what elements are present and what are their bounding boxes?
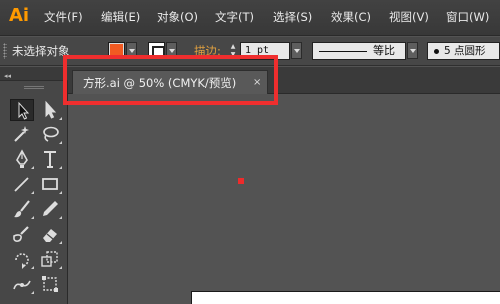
tools-panel-grip[interactable] (24, 86, 44, 89)
lasso-tool-icon[interactable] (38, 123, 62, 145)
document-tab-title: 方形.ai @ 50% (CMYK/预览) (83, 76, 237, 90)
line-segment-tool-icon[interactable] (10, 173, 34, 195)
menu-type[interactable]: 文字(T) (215, 10, 254, 24)
blob-brush-tool-icon[interactable] (10, 223, 34, 245)
menu-bar: Ai 文件(F) 编辑(E) 对象(O) 文字(T) 选择(S) 效果(C) 视… (0, 0, 500, 36)
menu-file[interactable]: 文件(F) (44, 10, 83, 24)
stroke-weight-field[interactable]: 1 pt (240, 42, 290, 60)
document-canvas[interactable] (69, 95, 500, 304)
menu-view[interactable]: 视图(V) (389, 10, 429, 24)
magic-wand-tool-icon[interactable] (10, 123, 34, 145)
eraser-tool-icon[interactable] (38, 223, 62, 245)
paintbrush-tool-icon[interactable] (10, 198, 34, 220)
profile-line-preview (319, 51, 367, 52)
fill-dropdown-arrow[interactable] (126, 42, 137, 59)
variable-width-profile-field[interactable]: 等比 (312, 42, 406, 60)
brush-label: 5 点圆形 (444, 45, 486, 57)
pen-tool-icon[interactable] (10, 148, 34, 170)
stroke-dropdown-arrow[interactable] (166, 42, 177, 59)
brush-definition-field[interactable]: 5 点圆形 (427, 42, 500, 60)
stroke-weight-dropdown-arrow[interactable] (291, 42, 302, 59)
profile-dropdown-arrow[interactable] (407, 42, 418, 59)
tools-collapse-icon[interactable]: ◂◂ (4, 72, 11, 80)
menu-window[interactable]: 窗口(W) (446, 10, 489, 24)
selected-square-marker[interactable] (238, 178, 244, 184)
artboard[interactable] (191, 291, 500, 304)
control-bar: 未选择对象 描边: ▲ ▼ 1 pt 等比 5 点圆形 (0, 37, 500, 66)
stroke-weight-spinner[interactable]: ▲ ▼ (229, 43, 237, 59)
menu-select[interactable]: 选择(S) (273, 10, 312, 24)
control-bar-grip[interactable] (3, 43, 7, 59)
rotate-tool-icon[interactable] (10, 248, 34, 270)
stroke-label[interactable]: 描边: (194, 44, 221, 58)
selection-status-label: 未选择对象 (12, 44, 70, 58)
scale-tool-icon[interactable] (38, 248, 62, 270)
stroke-color-swatch[interactable] (148, 42, 165, 59)
app-logo: Ai (8, 5, 30, 26)
profile-label: 等比 (373, 44, 395, 57)
width-tool-icon[interactable] (10, 273, 34, 295)
brush-dot-icon (434, 48, 439, 54)
pencil-tool-icon[interactable] (38, 198, 62, 220)
close-icon[interactable]: × (253, 76, 261, 90)
fill-color-swatch[interactable] (108, 42, 125, 59)
selection-tool-icon[interactable] (10, 99, 34, 121)
free-transform-tool-icon[interactable] (38, 273, 62, 295)
document-tab-bar: ◂◂ 方形.ai @ 50% (CMYK/预览) × (0, 67, 500, 94)
tools-panel: ◂◂ (0, 72, 68, 304)
menu-object[interactable]: 对象(O) (157, 10, 198, 24)
document-tab[interactable]: 方形.ai @ 50% (CMYK/预览) × (72, 70, 268, 94)
menu-effect[interactable]: 效果(C) (331, 10, 371, 24)
menu-edit[interactable]: 编辑(E) (101, 10, 140, 24)
tools-panel-header: ◂◂ (0, 72, 68, 81)
rectangle-tool-icon[interactable] (38, 173, 62, 195)
type-tool-icon[interactable] (38, 148, 62, 170)
direct-selection-tool-icon[interactable] (38, 99, 62, 121)
